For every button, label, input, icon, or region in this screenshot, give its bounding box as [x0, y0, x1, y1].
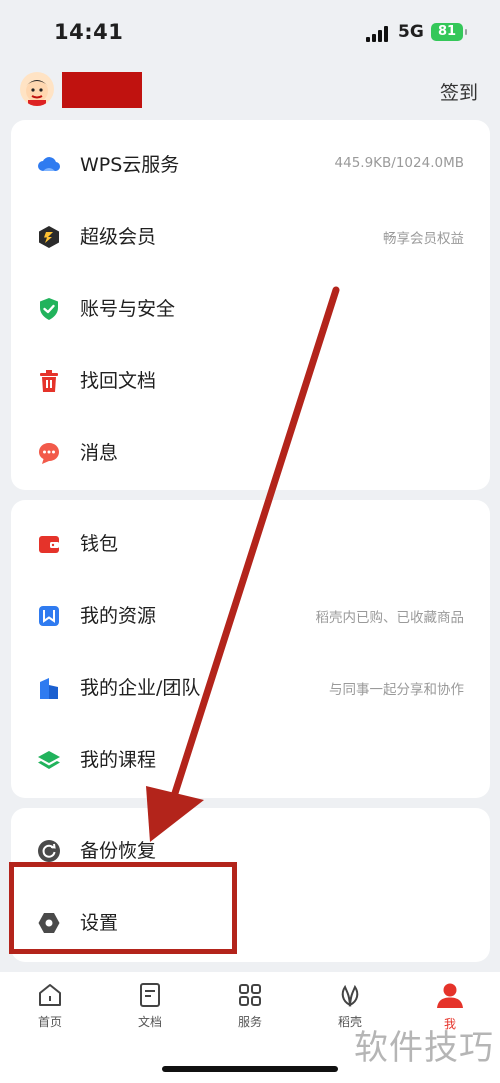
menu-item-subtitle: 稻壳内已购、已收藏商品	[315, 610, 465, 626]
menu-item-label: WPS云服务	[80, 154, 180, 176]
enterprise-icon	[37, 676, 61, 700]
course-layers-icon	[37, 748, 61, 772]
menu-item-label: 超级会员	[80, 226, 157, 248]
menu-item-recover-documents[interactable]: 找回文档	[11, 344, 490, 416]
menu-item-wallet[interactable]: 钱包	[11, 507, 490, 579]
grid-icon	[239, 984, 261, 1006]
annotation-highlight-box	[9, 862, 237, 954]
status-time: 14:41	[54, 20, 124, 44]
bookmark-resource-icon	[37, 604, 61, 628]
chat-bubble-icon	[37, 441, 61, 465]
menu-item-messages[interactable]: 消息	[11, 416, 490, 488]
tab-label: 首页	[37, 1015, 62, 1029]
person-icon	[437, 983, 463, 1008]
menu-item-label: 我的课程	[80, 749, 157, 771]
menu-item-label: 我的资源	[80, 605, 157, 627]
home-icon	[39, 984, 61, 1006]
wallet-icon	[37, 532, 61, 556]
menu-item-label: 我的企业/团队	[80, 677, 201, 699]
storage-usage: 445.9KB/1024.0MB	[334, 155, 464, 171]
profile-header: 签到	[0, 66, 500, 118]
tab-documents[interactable]: 文档	[110, 982, 190, 1038]
tab-home[interactable]: 首页	[10, 982, 90, 1038]
backup-restore-icon	[37, 839, 61, 863]
battery-icon: 81	[431, 23, 467, 41]
menu-item-enterprise-team[interactable]: 我的企业/团队 与同事一起分享和协作	[11, 651, 490, 723]
menu-item-label: 账号与安全	[80, 298, 176, 320]
menu-item-my-courses[interactable]: 我的课程	[11, 723, 490, 795]
menu-item-wps-cloud[interactable]: WPS云服务 445.9KB/1024.0MB	[11, 128, 490, 200]
menu-item-label: 钱包	[80, 533, 119, 555]
redacted-username	[62, 72, 142, 108]
avatar[interactable]	[20, 72, 54, 106]
home-indicator	[162, 1066, 338, 1072]
signal-strength-icon	[366, 26, 390, 42]
menu-item-account-security[interactable]: 账号与安全	[11, 272, 490, 344]
menu-item-label: 备份恢复	[80, 840, 157, 862]
tab-services[interactable]: 服务	[210, 982, 290, 1038]
shield-check-icon	[37, 297, 61, 321]
menu-item-label: 消息	[80, 442, 119, 464]
tab-label: 服务	[237, 1015, 262, 1029]
super-member-icon	[37, 225, 61, 249]
document-icon	[140, 983, 160, 1007]
signin-button[interactable]: 签到	[440, 78, 478, 105]
trash-bin-icon	[37, 369, 61, 393]
menu-item-my-resources[interactable]: 我的资源 稻壳内已购、已收藏商品	[11, 579, 490, 651]
network-type: 5G	[398, 22, 424, 42]
status-bar: 14:41 5G 81	[0, 0, 500, 66]
cloud-icon	[37, 153, 61, 177]
menu-item-subtitle: 畅享会员权益	[383, 231, 464, 247]
leaf-icon	[341, 984, 359, 1007]
menu-item-super-member[interactable]: 超级会员 畅享会员权益	[11, 200, 490, 272]
menu-item-label: 找回文档	[80, 370, 157, 392]
watermark-text: 软件技巧	[354, 1028, 494, 1068]
tab-label: 文档	[137, 1015, 162, 1029]
menu-item-subtitle: 与同事一起分享和协作	[329, 682, 464, 698]
account-services-card: WPS云服务 445.9KB/1024.0MB 超级会员 畅享会员权益 账号与安…	[11, 120, 490, 490]
assets-card: 钱包 我的资源 稻壳内已购、已收藏商品 我的企业/团队 与同事一起分享和协作 我…	[11, 500, 490, 798]
